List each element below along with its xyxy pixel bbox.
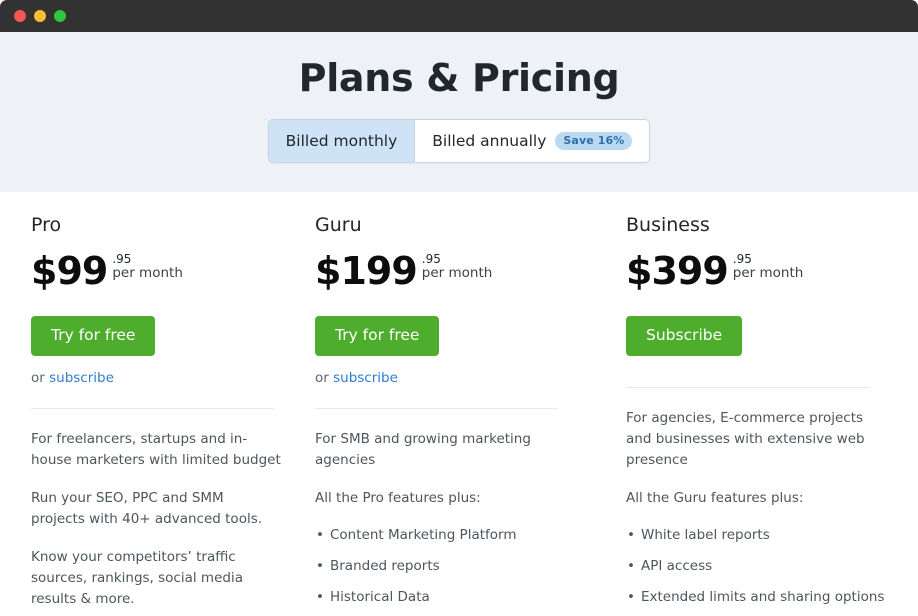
page-title: Plans & Pricing bbox=[298, 56, 620, 100]
list-item: API access bbox=[626, 557, 891, 576]
plan-price-amount: $99 bbox=[31, 249, 108, 293]
plan-description: All the Guru features plus: bbox=[626, 490, 804, 506]
plan-card-pro: Pro $99 .95 per month Try for free or su… bbox=[0, 192, 305, 616]
plan-secondary-action: or subscribe bbox=[315, 370, 586, 386]
plan-cta-button[interactable]: Try for free bbox=[31, 316, 156, 356]
minimize-window-icon[interactable] bbox=[34, 10, 46, 22]
plan-price-amount: $399 bbox=[626, 249, 729, 293]
plan-card-guru: Guru $199 .95 per month Try for free or … bbox=[305, 192, 610, 616]
plan-spacer bbox=[626, 356, 891, 383]
plan-description: Run your SEO, PPC and SMM projects with … bbox=[31, 490, 263, 527]
plan-cta-button[interactable]: Subscribe bbox=[626, 316, 743, 356]
plan-divider bbox=[315, 408, 558, 409]
list-item: Extended limits and sharing options bbox=[626, 588, 891, 607]
billing-toggle-annually[interactable]: Billed annually Save 16% bbox=[414, 120, 650, 162]
plan-divider bbox=[626, 387, 869, 388]
plan-secondary-prefix: or bbox=[315, 370, 334, 386]
plan-name: Guru bbox=[315, 214, 362, 236]
plan-price-cents: .95 bbox=[421, 252, 441, 266]
plan-description: For SMB and growing marketing agencies bbox=[315, 431, 531, 468]
billing-toggle[interactable]: Billed monthly Billed annually Save 16% bbox=[267, 119, 651, 163]
window-titlebar bbox=[0, 0, 918, 32]
plan-price-side: .95 per month bbox=[112, 252, 183, 281]
list-item: White label reports bbox=[626, 526, 891, 545]
plan-price-amount: $199 bbox=[315, 249, 418, 293]
plan-price-cents: .95 bbox=[112, 252, 132, 266]
plan-price-period: per month bbox=[732, 265, 804, 281]
maximize-window-icon[interactable] bbox=[54, 10, 66, 22]
save-badge: Save 16% bbox=[555, 132, 633, 150]
subscribe-link[interactable]: subscribe bbox=[333, 370, 398, 386]
plan-price: $199 .95 per month bbox=[315, 252, 586, 294]
plan-price-period: per month bbox=[112, 265, 183, 281]
plan-secondary-prefix: or bbox=[31, 370, 50, 386]
close-window-icon[interactable] bbox=[14, 10, 26, 22]
plan-price-side: .95 per month bbox=[733, 252, 804, 281]
pricing-header: Plans & Pricing Billed monthly Billed an… bbox=[0, 32, 918, 192]
plans-container: Pro $99 .95 per month Try for free or su… bbox=[0, 192, 918, 616]
browser-window: Plans & Pricing Billed monthly Billed an… bbox=[0, 0, 918, 616]
plan-feature-list: Content Marketing Platform Branded repor… bbox=[315, 526, 586, 616]
plan-price-side: .95 per month bbox=[422, 252, 493, 281]
plan-cta-button[interactable]: Try for free bbox=[315, 316, 440, 356]
plan-description: Know your competitors’ traffic sources, … bbox=[31, 549, 243, 607]
plan-price: $99 .95 per month bbox=[31, 252, 281, 294]
plan-card-business: Business $399 .95 per month Subscribe Fo… bbox=[610, 192, 915, 616]
subscribe-link[interactable]: subscribe bbox=[49, 370, 114, 386]
billing-toggle-monthly-label: Billed monthly bbox=[285, 132, 398, 150]
list-item: Branded reports bbox=[315, 557, 580, 576]
plan-description: All the Pro features plus: bbox=[315, 490, 481, 506]
list-item: Historical Data bbox=[315, 588, 580, 607]
list-item: Content Marketing Platform bbox=[315, 526, 580, 545]
billing-toggle-annually-label: Billed annually bbox=[432, 132, 547, 150]
plan-name: Business bbox=[626, 214, 710, 236]
traffic-lights bbox=[14, 10, 66, 22]
plan-price-cents: .95 bbox=[732, 252, 752, 266]
plan-description: For agencies, E-commerce projects and bu… bbox=[626, 410, 865, 468]
plan-secondary-action: or subscribe bbox=[31, 370, 281, 386]
plan-price: $399 .95 per month bbox=[626, 252, 891, 294]
plan-description: For freelancers, startups and in-house m… bbox=[31, 431, 281, 468]
billing-toggle-wrapper: Billed monthly Billed annually Save 16% bbox=[0, 119, 918, 163]
plan-price-period: per month bbox=[421, 265, 493, 281]
plan-name: Pro bbox=[31, 214, 62, 236]
plan-divider bbox=[31, 408, 274, 409]
billing-toggle-monthly[interactable]: Billed monthly bbox=[268, 120, 415, 162]
plan-feature-list: White label reports API access Extended … bbox=[626, 526, 891, 616]
